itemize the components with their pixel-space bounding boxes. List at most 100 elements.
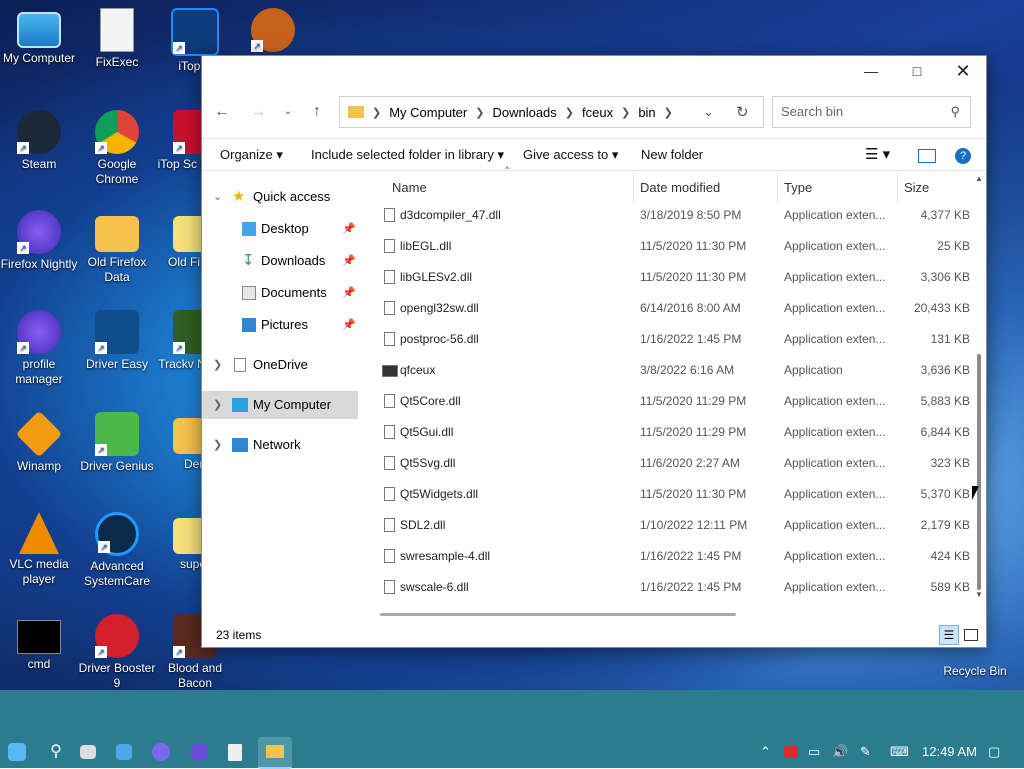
details-view-icon[interactable]: ☰	[939, 625, 959, 645]
file-row[interactable]: swresample-4.dll 1/16/2022 1:45 PM Applica…	[362, 541, 972, 572]
file-row[interactable]: SDL2.dll 1/10/2022 12:11 PM Application ex…	[362, 510, 972, 541]
back-arrow-icon[interactable]: ←	[210, 100, 234, 124]
desktop-icon-tf2[interactable]: ↗	[234, 8, 312, 55]
title-bar[interactable]: — □ ✕	[202, 56, 986, 86]
file-row[interactable]: Qt5Core.dll 11/5/2020 11:29 PM Application…	[362, 386, 972, 417]
desktop-icon-steam[interactable]: ↗ Steam	[0, 110, 78, 172]
pin-icon[interactable]: 📌	[342, 215, 356, 243]
preview-pane-icon[interactable]	[918, 149, 936, 163]
file-row[interactable]: Qt5Widgets.dll 11/5/2020 11:30 PM Applicat…	[362, 479, 972, 510]
clock[interactable]: 12:49 AM	[922, 744, 977, 759]
new-folder-button[interactable]: New folder	[641, 147, 703, 162]
nav-my-computer[interactable]: ❯ My Computer	[202, 391, 358, 419]
desktop-icon-firefox-nightly[interactable]: ↗ Firefox Nightly	[0, 210, 78, 272]
refresh-icon[interactable]: ↻	[736, 103, 749, 121]
notification-icon[interactable]: ▢	[988, 744, 1000, 760]
desktop-icon-cmd[interactable]: cmd	[0, 614, 78, 672]
desktop-icon-driver-genius[interactable]: ↗ Driver Genius	[78, 412, 156, 474]
file-row[interactable]: opengl32sw.dll 6/14/2016 8:00 AM Applicati…	[362, 293, 972, 324]
nav-label: Quick access	[253, 189, 331, 204]
file-name: Qt5Core.dll	[400, 394, 461, 408]
expanded-chevron-icon[interactable]: ⌄	[213, 183, 222, 211]
breadcrumb-fceux[interactable]: fceux	[582, 105, 613, 120]
desktop-icon-recycle-bin[interactable]: Recycle Bin	[936, 664, 1014, 679]
desktop-icon-chrome[interactable]: ↗ Google Chrome	[78, 110, 156, 187]
firefox-icon[interactable]	[190, 743, 208, 761]
minimize-button[interactable]: —	[848, 56, 894, 86]
desktop-icon-winamp[interactable]: Winamp	[0, 410, 78, 474]
address-bar[interactable]: ❯ My Computer ❯ Downloads ❯ fceux ❯ bin …	[339, 96, 764, 128]
nav-onedrive[interactable]: ❯ OneDrive	[202, 351, 358, 379]
desktop-icon-driver-booster[interactable]: ↗ Driver Booster 9	[78, 614, 156, 691]
file-name: Qt5Gui.dll	[400, 425, 454, 439]
keyboard-icon[interactable]: ⌨	[890, 744, 909, 760]
collapsed-chevron-icon[interactable]: ❯	[213, 431, 222, 459]
start-windows-icon[interactable]	[8, 743, 26, 761]
file-row[interactable]: postproc-56.dll 1/16/2022 1:45 PM Applicat…	[362, 324, 972, 355]
scroll-up-arrow-icon[interactable]: ▲	[975, 174, 983, 183]
file-date-modified: 1/16/2022 1:45 PM	[640, 580, 742, 594]
search-icon[interactable]: ⚲	[44, 740, 68, 764]
pin-icon[interactable]: 📌	[342, 279, 356, 307]
volume-icon[interactable]: 🔊	[832, 744, 848, 760]
vertical-scrollbar[interactable]: ▲ ▼	[974, 172, 984, 604]
nav-documents[interactable]: Documents 📌	[202, 279, 358, 307]
up-arrow-icon[interactable]: ↑	[305, 100, 329, 124]
file-row[interactable]: qfceux 3/8/2022 6:16 AM Application 3,636 K…	[362, 355, 972, 386]
file-row[interactable]: swscale-6.dll 1/16/2022 1:45 PM Applicatio…	[362, 572, 972, 603]
view-options-icon[interactable]: ☰ ▾	[865, 145, 890, 163]
file-row[interactable]: libEGL.dll 11/5/2020 11:30 PM Application …	[362, 231, 972, 262]
collapsed-chevron-icon[interactable]: ❯	[213, 351, 222, 379]
desktop-icon-profile-manager[interactable]: ↗ profile manager	[0, 310, 78, 387]
organize-button[interactable]: Organize ▾	[220, 147, 283, 163]
collapsed-chevron-icon[interactable]: ❯	[213, 391, 222, 419]
nav-downloads[interactable]: ↧ Downloads 📌	[202, 247, 358, 275]
document-icon[interactable]	[228, 744, 242, 761]
nav-quick-access[interactable]: ⌄ ★ Quick access	[202, 183, 358, 211]
help-icon[interactable]: ?	[955, 148, 971, 164]
desktop-icon-driver-easy[interactable]: ↗ Driver Easy	[78, 310, 156, 372]
task-view-icon[interactable]	[80, 745, 96, 759]
scrollbar-thumb[interactable]	[977, 354, 981, 590]
file-type: Application exten...	[784, 332, 886, 346]
widgets-icon[interactable]	[116, 744, 132, 760]
breadcrumb-downloads[interactable]: Downloads	[492, 105, 556, 120]
file-date-modified: 11/5/2020 11:29 PM	[640, 394, 747, 408]
scroll-down-arrow-icon[interactable]: ▼	[975, 590, 983, 599]
recent-locations-chevron-icon[interactable]: ⌄	[276, 100, 300, 124]
large-icons-view-icon[interactable]	[964, 629, 978, 641]
recorder-tray-icon[interactable]	[784, 746, 798, 758]
address-dropdown-chevron-icon[interactable]: ⌄	[703, 104, 714, 120]
file-row[interactable]: libGLESv2.dll 11/5/2020 11:30 PM Applicati…	[362, 262, 972, 293]
file-row[interactable]: Qt5Gui.dll 11/5/2020 11:29 PM Application …	[362, 417, 972, 448]
desktop-icon-fixexec[interactable]: FixExec	[78, 8, 156, 70]
desktop-icon-advanced-systemcare[interactable]: ↗ Advanced SystemCare	[78, 512, 156, 589]
desktop-icon-vlc[interactable]: VLC media player	[0, 512, 78, 587]
horizontal-scrollbar[interactable]	[380, 613, 736, 616]
pen-icon[interactable]: ✎	[860, 744, 871, 760]
file-name: libEGL.dll	[400, 239, 452, 253]
include-in-library-button[interactable]: Include selected folder in library ▾	[311, 147, 504, 163]
pin-icon[interactable]: 📌	[342, 247, 356, 275]
search-input[interactable]: Search bin ⚲	[772, 96, 971, 128]
teams-chat-icon[interactable]	[152, 743, 170, 761]
maximize-button[interactable]: □	[894, 56, 940, 86]
nav-pictures[interactable]: Pictures 📌	[202, 311, 358, 339]
breadcrumb-bin[interactable]: bin	[638, 105, 655, 120]
desktop-icon-old-firefox-data[interactable]: Old Firefox Data	[78, 210, 156, 285]
file-row[interactable]: d3dcompiler_47.dll 3/18/2019 8:50 PM Appli…	[362, 200, 972, 231]
nav-network[interactable]: ❯ Network	[202, 431, 358, 459]
nav-desktop[interactable]: Desktop 📌	[202, 215, 358, 243]
driver-easy-icon: ↗	[95, 310, 139, 354]
network-tray-icon[interactable]: ▭	[808, 744, 820, 760]
give-access-button[interactable]: Give access to ▾	[523, 147, 618, 163]
desktop-icon-my-computer[interactable]: My Computer	[0, 8, 78, 66]
close-button[interactable]: ✕	[940, 56, 986, 86]
pin-icon[interactable]: 📌	[342, 311, 356, 339]
breadcrumb-my-computer[interactable]: My Computer	[389, 105, 467, 120]
show-hidden-icons-chevron-icon[interactable]: ⌃	[760, 744, 771, 760]
forward-arrow-icon[interactable]: →	[246, 100, 270, 124]
star-icon: ★	[232, 188, 246, 205]
file-row[interactable]: Qt5Svg.dll 11/6/2020 2:27 AM Application e…	[362, 448, 972, 479]
file-explorer-taskbar-button[interactable]	[258, 737, 292, 769]
